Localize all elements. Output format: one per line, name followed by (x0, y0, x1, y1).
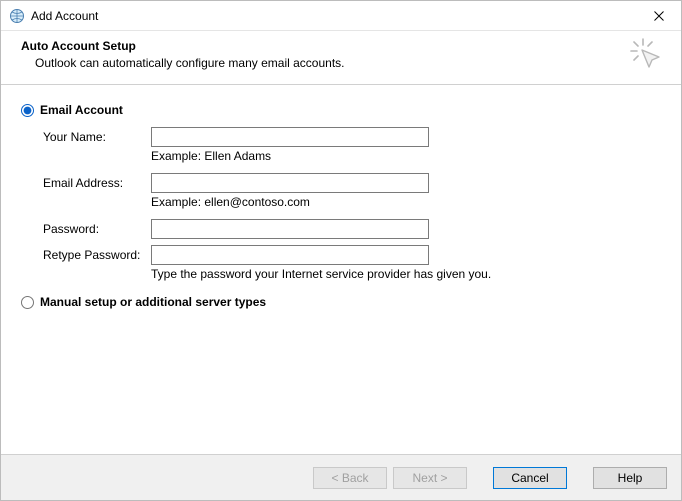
manual-setup-label[interactable]: Manual setup or additional server types (40, 295, 266, 309)
your-name-label: Your Name: (43, 130, 151, 144)
window-title: Add Account (31, 9, 98, 23)
your-name-input[interactable] (151, 127, 429, 147)
manual-setup-radio[interactable] (21, 296, 34, 309)
email-input[interactable] (151, 173, 429, 193)
wizard-header: Auto Account Setup Outlook can automatic… (1, 31, 681, 84)
next-button: Next > (393, 467, 467, 489)
email-account-radio[interactable] (21, 104, 34, 117)
wizard-content: Email Account Your Name: Example: Ellen … (1, 85, 681, 454)
password-hint: Type the password your Internet service … (151, 267, 661, 281)
wizard-subtitle: Outlook can automatically configure many… (35, 56, 661, 70)
wizard-heading: Auto Account Setup (21, 39, 661, 53)
password-input[interactable] (151, 219, 429, 239)
add-account-dialog: Add Account Auto Account Setup Outlook c… (0, 0, 682, 501)
retype-password-label: Retype Password: (43, 248, 151, 262)
help-button[interactable]: Help (593, 467, 667, 489)
email-account-form: Your Name: Example: Ellen Adams Email Ad… (43, 127, 661, 281)
retype-password-input[interactable] (151, 245, 429, 265)
close-button[interactable] (636, 1, 681, 31)
cancel-button[interactable]: Cancel (493, 467, 567, 489)
password-label: Password: (43, 222, 151, 236)
your-name-hint: Example: Ellen Adams (151, 149, 661, 163)
option-email-account[interactable]: Email Account (21, 103, 661, 117)
wizard-footer: < Back Next > Cancel Help (1, 454, 681, 500)
titlebar: Add Account (1, 1, 681, 31)
back-button: < Back (313, 467, 387, 489)
email-account-label[interactable]: Email Account (40, 103, 123, 117)
cursor-click-icon (629, 37, 665, 76)
email-label: Email Address: (43, 176, 151, 190)
email-hint: Example: ellen@contoso.com (151, 195, 661, 209)
globe-icon (9, 8, 25, 24)
option-manual-setup[interactable]: Manual setup or additional server types (21, 295, 661, 309)
